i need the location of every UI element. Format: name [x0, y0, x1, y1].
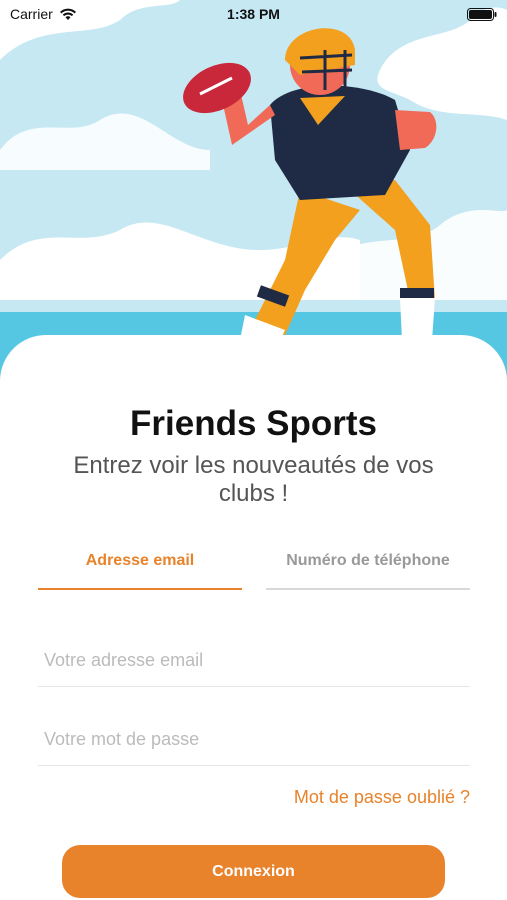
email-field[interactable]	[38, 635, 470, 687]
hero-illustration	[0, 0, 507, 380]
status-bar: Carrier 1:38 PM	[0, 0, 507, 28]
tab-phone[interactable]: Numéro de téléphone	[266, 552, 470, 590]
forgot-password-link[interactable]: Mot de passe oublié ?	[294, 787, 470, 808]
battery-icon	[467, 8, 497, 21]
app-title: Friends Sports	[130, 404, 377, 443]
tab-email[interactable]: Adresse email	[38, 552, 242, 590]
login-button[interactable]: Connexion	[62, 845, 445, 898]
app-subtitle: Entrez voir les nouveautés de vos clubs …	[73, 452, 434, 507]
status-time: 1:38 PM	[227, 6, 280, 22]
password-field[interactable]	[38, 714, 470, 766]
